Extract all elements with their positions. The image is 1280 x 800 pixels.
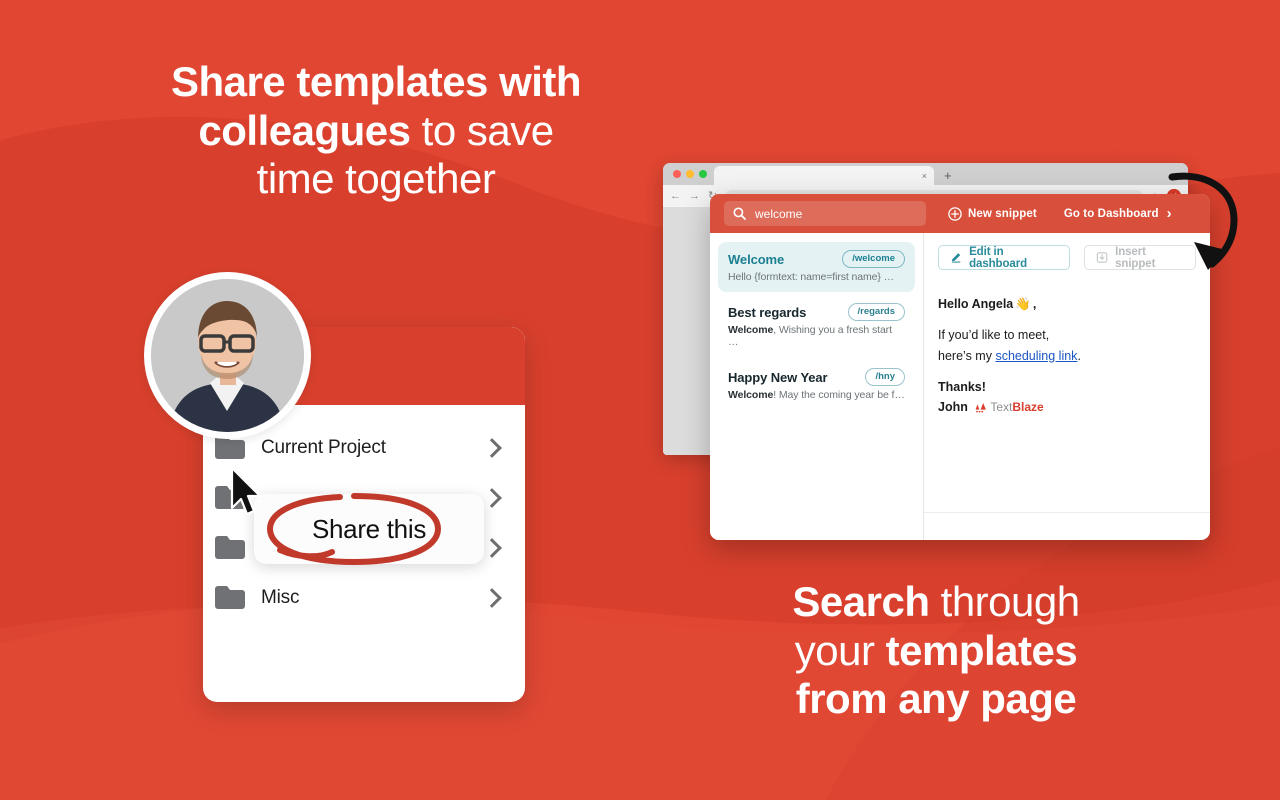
- snippet-preview-match: Welcome: [728, 324, 774, 336]
- snippet-preview-rest: Hello {formtext: name=first name} …: [728, 271, 895, 283]
- snippet-title: Best regards: [728, 304, 807, 320]
- curved-arrow-annotation: [1168, 172, 1238, 270]
- snippet-title: Welcome: [728, 251, 785, 267]
- snippet-preview-text: Welcome! May the coming year be f…: [728, 389, 905, 401]
- search-input-value: welcome: [755, 206, 803, 221]
- preview-line2: here’s my scheduling link.: [938, 346, 1192, 366]
- avatar-illustration: [151, 279, 304, 432]
- forward-icon[interactable]: →: [689, 190, 700, 202]
- headline-bottom-line3: from any page: [795, 675, 1077, 723]
- snippet-shortcut-badge: /welcome: [842, 250, 905, 268]
- snippet-preview-text: Welcome, Wishing you a fresh start …: [728, 324, 905, 348]
- popup-top-bar: welcome New snippet Go to Dashboard ›: [710, 194, 1210, 233]
- preview-line2-post: .: [1077, 348, 1081, 363]
- share-this-label: Share this: [311, 513, 427, 544]
- textblaze-mark-glyph: [975, 403, 987, 413]
- preview-greeting: Hello Angela 👋,: [938, 294, 1192, 314]
- snippet-preview-pane: Edit in dashboard Insert snippet Hello A…: [924, 233, 1210, 540]
- preview-spacer: [938, 314, 1192, 325]
- new-snippet-button[interactable]: New snippet: [948, 206, 1037, 221]
- headline-bottom-line2-rest: your: [794, 626, 886, 674]
- headline-bottom-line2-bold: templates: [885, 626, 1078, 674]
- folder-icon: [215, 536, 245, 559]
- snippet-preview-rest: ! May the coming year be f…: [773, 389, 905, 401]
- tab-close-icon[interactable]: ×: [922, 171, 927, 181]
- snippet-header: Happy New Year /hny: [728, 368, 905, 386]
- headline-top-line1: Share templates with: [170, 58, 582, 105]
- plus-circle-icon: [948, 206, 962, 221]
- preview-line1: If you’d like to meet,: [938, 328, 1050, 343]
- preview-greeting-text: Hello Angela: [938, 297, 1014, 311]
- headline-bottom: Search through your templates from any p…: [640, 578, 1232, 724]
- chevron-right-icon: [482, 588, 502, 608]
- headline-bottom-line1-bold: Search: [792, 578, 930, 625]
- snippet-item-best-regards[interactable]: Best regards /regards Welcome, Wishing y…: [718, 295, 915, 357]
- textblaze-wordmark-blaze: Blaze: [1012, 400, 1044, 414]
- new-tab-icon[interactable]: +: [944, 169, 952, 185]
- snippet-preview-match: Welcome: [728, 389, 774, 401]
- snippet-header: Best regards /regards: [728, 303, 905, 321]
- close-window-button[interactable]: [673, 170, 681, 178]
- search-input[interactable]: welcome: [724, 201, 926, 226]
- folder-icon: [215, 586, 245, 609]
- go-to-dashboard-label: Go to Dashboard: [1063, 207, 1159, 220]
- folder-label: Current Project: [261, 437, 386, 458]
- snippet-header: Welcome /welcome: [728, 250, 905, 268]
- popup-main: Welcome /welcome Hello {formtext: name=f…: [710, 233, 1210, 540]
- snippet-preview-content: Hello Angela 👋, If you’d like to meet, he…: [924, 280, 1210, 512]
- go-to-dashboard-button[interactable]: Go to Dashboard ›: [1064, 206, 1172, 221]
- chevron-right-icon: [482, 538, 502, 558]
- preview-greeting-comma: ,: [1032, 297, 1037, 311]
- headline-top-line3: time together: [256, 155, 496, 203]
- avatar-photo: [151, 279, 304, 432]
- folder-row-misc[interactable]: Misc: [203, 573, 525, 623]
- folder-label: Misc: [261, 587, 300, 608]
- chevron-right-icon: [482, 488, 502, 508]
- search-icon: [733, 207, 746, 220]
- wave-emoji: 👋: [1015, 297, 1031, 311]
- snippet-item-welcome[interactable]: Welcome /welcome Hello {formtext: name=f…: [718, 242, 915, 292]
- preview-signature: John TextBlaze: [938, 397, 1192, 417]
- textblaze-wordmark-text: Text: [990, 400, 1013, 414]
- edit-in-dashboard-button[interactable]: Edit in dashboard: [938, 245, 1071, 270]
- back-icon[interactable]: ←: [670, 190, 681, 202]
- promo-banner: Share templates with colleagues to save …: [0, 0, 1280, 800]
- headline-bottom-line1-rest: through: [929, 578, 1080, 625]
- preview-footer: [924, 512, 1210, 540]
- headline-top-line2-rest: to save: [410, 106, 554, 154]
- pencil-icon: [951, 253, 961, 263]
- mouse-cursor-icon: [230, 466, 262, 516]
- minimize-window-button[interactable]: [686, 170, 694, 178]
- headline-top-line2-bold: colleagues: [198, 106, 411, 154]
- preview-sender: John: [938, 400, 968, 414]
- textblaze-logo-icon: [975, 399, 988, 413]
- new-snippet-label: New snippet: [968, 207, 1037, 220]
- snippet-shortcut-badge: /regards: [847, 303, 905, 321]
- avatar: [144, 272, 311, 439]
- browser-tab-bar: × +: [663, 163, 1188, 185]
- snippet-shortcut-badge: /hny: [865, 368, 905, 386]
- preview-signoff: Thanks!: [938, 379, 986, 394]
- window-traffic-lights: [669, 163, 714, 185]
- edit-in-dashboard-label: Edit in dashboard: [969, 245, 1027, 270]
- snippet-title: Happy New Year: [728, 369, 828, 385]
- headline-top: Share templates with colleagues to save …: [40, 58, 712, 204]
- browser-tab[interactable]: ×: [714, 166, 934, 185]
- chevron-right-icon: [482, 438, 502, 458]
- preview-line2-pre: here’s my: [938, 348, 996, 363]
- maximize-window-button[interactable]: [699, 170, 707, 178]
- snippet-item-happy-new-year[interactable]: Happy New Year /hny Welcome! May the com…: [718, 360, 915, 410]
- scheduling-link[interactable]: scheduling link: [995, 349, 1077, 363]
- snippet-preview-text: Hello {formtext: name=first name} …: [728, 271, 905, 283]
- preview-spacer: [938, 366, 1192, 377]
- insert-box-icon: [1096, 252, 1108, 263]
- textblaze-extension-popup: welcome New snippet Go to Dashboard › We…: [710, 194, 1210, 540]
- snippet-list: Welcome /welcome Hello {formtext: name=f…: [710, 233, 924, 540]
- share-this-tooltip[interactable]: Share this: [254, 494, 484, 564]
